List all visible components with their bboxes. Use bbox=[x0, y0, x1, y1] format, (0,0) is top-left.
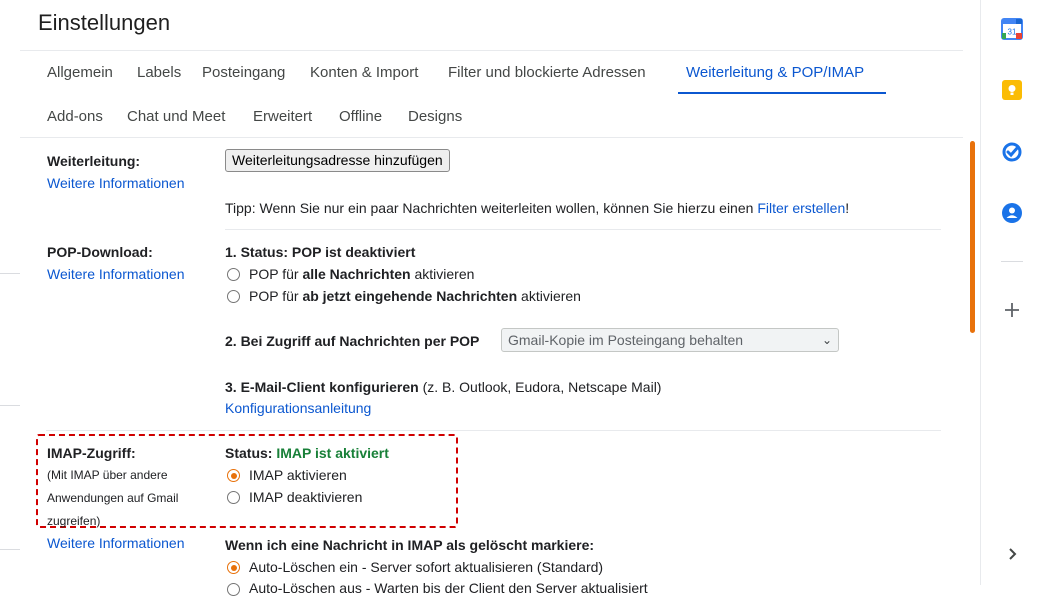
left-edge-tick bbox=[0, 273, 20, 274]
forwarding-more-info-link[interactable]: Weitere Informationen bbox=[47, 175, 184, 191]
pop-status: 1. Status: POP ist deaktiviert bbox=[225, 244, 416, 260]
imap-enable-label[interactable]: IMAP aktivieren bbox=[249, 467, 347, 483]
email-client-config: 3. E-Mail-Client konfigurieren (z. B. Ou… bbox=[225, 379, 661, 395]
pop-access-label: 2. Bei Zugriff auf Nachrichten per POP bbox=[225, 333, 480, 349]
create-filter-link[interactable]: Filter erstellen bbox=[757, 200, 845, 216]
tab-general[interactable]: Allgemein bbox=[47, 64, 113, 81]
opt-text: POP für bbox=[249, 288, 303, 304]
left-edge-tick bbox=[0, 405, 20, 406]
divider bbox=[20, 50, 963, 51]
tab-chat-meet[interactable]: Chat und Meet bbox=[127, 108, 225, 125]
imap-enable-radio[interactable] bbox=[227, 469, 240, 482]
tasks-icon[interactable] bbox=[1001, 141, 1023, 163]
status-label: Status: bbox=[225, 445, 277, 461]
imap-access-label: IMAP-Zugriff: bbox=[47, 445, 136, 461]
pop-new-messages-radio[interactable] bbox=[227, 290, 240, 303]
select-value: Gmail-Kopie im Posteingang behalten bbox=[508, 332, 744, 348]
client-label: 3. E-Mail-Client konfigurieren bbox=[225, 379, 419, 395]
opt-text: aktivieren bbox=[517, 288, 581, 304]
tip-end: ! bbox=[845, 200, 850, 216]
imap-delete-heading: Wenn ich eine Nachricht in IMAP als gelö… bbox=[225, 537, 595, 553]
expand-icon[interactable] bbox=[1001, 543, 1023, 565]
imap-description: (Mit IMAP über andere Anwendungen auf Gm… bbox=[47, 468, 179, 528]
contacts-icon[interactable] bbox=[1001, 202, 1023, 224]
keep-icon[interactable] bbox=[1001, 79, 1023, 101]
opt-bold-text: ab jetzt eingehende Nachrichten bbox=[302, 288, 518, 304]
pop-new-messages-label[interactable]: POP für ab jetzt eingehende Nachrichten … bbox=[249, 288, 581, 304]
settings-main: Einstellungen Allgemein Labels Posteinga… bbox=[0, 0, 980, 596]
tab-labels[interactable]: Labels bbox=[137, 64, 181, 81]
opt-text: aktivieren bbox=[410, 266, 475, 282]
chevron-down-icon: ⌄ bbox=[821, 333, 832, 347]
svg-text:31: 31 bbox=[1008, 28, 1017, 37]
left-edge-tick bbox=[0, 549, 20, 550]
forwarding-tip: Tipp: Wenn Sie nur ein paar Nachrichten … bbox=[225, 200, 849, 216]
opt-text: POP für bbox=[249, 266, 303, 282]
auto-expunge-on-radio[interactable] bbox=[227, 561, 240, 574]
pop-access-select[interactable]: Gmail-Kopie im Posteingang behalten ⌄ bbox=[501, 328, 839, 352]
tab-advanced[interactable]: Erweitert bbox=[253, 108, 312, 125]
side-panel: 31 bbox=[980, 0, 1040, 585]
imap-more-info-link[interactable]: Weitere Informationen bbox=[47, 535, 184, 551]
tab-themes[interactable]: Designs bbox=[408, 108, 462, 125]
config-instructions-link[interactable]: Konfigurationsanleitung bbox=[225, 400, 371, 416]
auto-expunge-on-label[interactable]: Auto-Löschen ein - Server sofort aktuali… bbox=[249, 559, 603, 575]
tab-inbox[interactable]: Posteingang bbox=[202, 64, 285, 81]
pop-more-info-link[interactable]: Weitere Informationen bbox=[47, 266, 184, 282]
divider bbox=[225, 229, 941, 230]
page-title: Einstellungen bbox=[38, 10, 171, 35]
divider bbox=[1001, 261, 1023, 262]
auto-expunge-off-label[interactable]: Auto-Löschen aus - Warten bis der Client… bbox=[249, 580, 648, 596]
imap-disable-label[interactable]: IMAP deaktivieren bbox=[249, 489, 362, 505]
pop-all-messages-label[interactable]: POP für alle Nachrichten aktivieren bbox=[249, 266, 474, 282]
opt-bold-text: alle Nachrichten bbox=[302, 266, 411, 282]
active-tab-indicator bbox=[678, 92, 886, 94]
tab-addons[interactable]: Add-ons bbox=[47, 108, 103, 125]
tab-filters[interactable]: Filter und blockierte Adressen bbox=[448, 64, 646, 81]
client-examples: (z. B. Outlook, Eudora, Netscape Mail) bbox=[418, 379, 662, 395]
status-badge: IMAP ist aktiviert bbox=[276, 445, 389, 461]
pop-all-messages-radio[interactable] bbox=[227, 268, 240, 281]
divider bbox=[20, 137, 963, 138]
tab-accounts-import[interactable]: Konten & Import bbox=[310, 64, 418, 81]
tip-text: Tipp: Wenn Sie nur ein paar Nachrichten … bbox=[225, 200, 758, 216]
add-icon[interactable] bbox=[1001, 299, 1023, 321]
imap-status: Status: IMAP ist aktiviert bbox=[225, 445, 389, 461]
divider bbox=[46, 430, 941, 431]
pop-download-label: POP-Download: bbox=[47, 244, 153, 260]
tab-forwarding-pop-imap[interactable]: Weiterleitung & POP/IMAP bbox=[686, 64, 864, 81]
forwarding-label: Weiterleitung: bbox=[47, 153, 141, 169]
tab-offline[interactable]: Offline bbox=[339, 108, 382, 125]
calendar-icon[interactable]: 31 bbox=[1001, 18, 1023, 40]
add-forwarding-address-button[interactable]: Weiterleitungsadresse hinzufügen bbox=[225, 149, 450, 172]
imap-disable-radio[interactable] bbox=[227, 491, 240, 504]
scrollbar[interactable] bbox=[970, 141, 975, 333]
